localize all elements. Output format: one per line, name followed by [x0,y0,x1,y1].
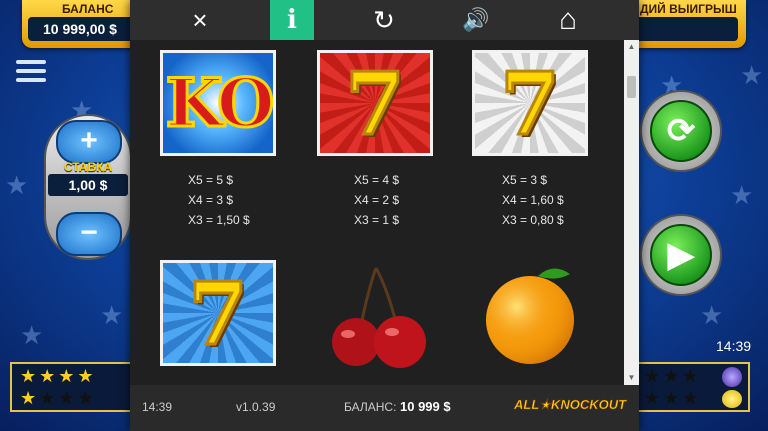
scroll-thumb[interactable] [627,76,636,98]
payout-line: X3 = 0,80 $ [502,213,564,227]
balance-label: БАЛАНС [62,2,114,16]
payout-line: X4 = 1,60 $ [502,193,564,207]
win-value [634,17,738,41]
paytable-content: KO X5 = 5 $ X4 = 3 $ X3 = 1,50 $ 7 X5 = … [130,40,624,385]
win-label: ДИЙ ВЫИГРЫШ [640,2,737,16]
symbol-seven-silver-payouts: X5 = 3 $ X4 = 1,60 $ X3 = 0,80 $ [502,170,564,230]
payout-line: X3 = 1 $ [354,213,400,227]
bg-star: ★ [5,170,29,200]
menu-bar [16,69,46,73]
info-icon[interactable]: i [270,0,314,40]
bg-star: ★ [730,180,754,210]
star-row: ★★★★ [20,366,97,386]
minus-icon: − [80,216,98,249]
scroll-up-icon[interactable]: ▲ [624,40,639,54]
play-icon: ▶ [650,224,712,286]
symbol-seven-silver: 7 [472,50,588,156]
payout-line: X4 = 2 $ [354,193,400,207]
bg-star: ★ [100,300,124,330]
clock-time: 14:39 [716,338,752,354]
menu-bar [16,60,46,64]
symbol-seven-red-payouts: X5 = 4 $ X4 = 2 $ X3 = 1 $ [354,170,399,230]
refresh-icon[interactable]: ↻ [362,0,406,40]
symbol-ko-payouts: X5 = 5 $ X4 = 3 $ X3 = 1,50 $ [188,170,250,230]
cherry-icon [332,267,426,368]
scrollbar[interactable]: ▲ ▼ [624,40,639,385]
game-logo: ALL★KNOCKOUT [514,397,627,413]
bet-value: 1,00 $ [48,174,128,196]
bg-star: ★ [740,60,764,90]
payout-line: X5 = 5 $ [188,173,234,187]
bg-star: ★ [20,320,44,350]
scroll-down-icon[interactable]: ▼ [624,371,639,385]
payout-line: X3 = 1,50 $ [188,213,250,227]
hamburger-menu-icon[interactable] [16,60,46,86]
close-icon[interactable]: × [178,0,222,40]
sound-icon[interactable]: 🔊 [454,0,498,40]
symbol-seven-blue: 7 [160,260,276,366]
win-box: ДИЙ ВЫИГРЫШ [628,0,746,48]
footer-balance-label: БАЛАНС: [344,400,397,414]
payout-line: X5 = 3 $ [502,173,548,187]
symbol-seven-red: 7 [317,50,433,156]
bg-star: ★ [700,300,724,330]
bet-label: СТАВКА [63,160,113,174]
star-row: ★★★ [644,366,702,386]
footer-balance-value: 10 999 $ [400,399,451,414]
star-row: ★★★ [644,388,702,408]
bet-panel: + СТАВКА 1,00 $ − [44,114,132,260]
payout-line: X5 = 4 $ [354,173,400,187]
symbol-ko: KO [160,50,276,156]
lines-indicator-right: ★★★ ★★★ [636,362,750,412]
balance-box: БАЛАНС 10 999,00 $ [22,0,148,48]
footer-time: 14:39 [142,400,173,414]
lines-indicator-left: ★★★★ ★★★★ [10,362,132,412]
bet-decrease-button[interactable]: − [56,212,122,256]
lemon-icon [722,390,742,408]
overlay-footer: 14:39 v1.0.39 БАЛАНС: 10 999 $ ALL★KNOCK… [130,385,639,431]
symbol-seven-red-label: 7 [344,53,407,155]
home-icon[interactable]: ⌂ [546,0,590,40]
orange-icon [486,268,574,364]
plus-icon: + [80,124,98,157]
refresh-icon: ⟳ [650,100,712,162]
symbol-seven-blue-label: 7 [187,263,250,365]
symbol-ko-label: KO [164,63,273,144]
star-row: ★★★★ [20,388,97,408]
autoplay-button[interactable]: ▶ [640,214,722,296]
symbol-seven-silver-label: 7 [499,53,562,155]
payout-line: X4 = 3 $ [188,193,234,207]
plum-icon [722,367,742,387]
spin-button[interactable]: ⟳ [640,90,722,172]
menu-bar [16,78,46,82]
bet-increase-button[interactable]: + [56,120,122,164]
overlay-toolbar: × i ↻ 🔊 ⌂ [130,0,639,40]
paytable-overlay: × i ↻ 🔊 ⌂ KO X5 = 5 $ X4 = 3 $ X3 = 1,50… [130,0,639,431]
footer-version: v1.0.39 [236,400,276,414]
